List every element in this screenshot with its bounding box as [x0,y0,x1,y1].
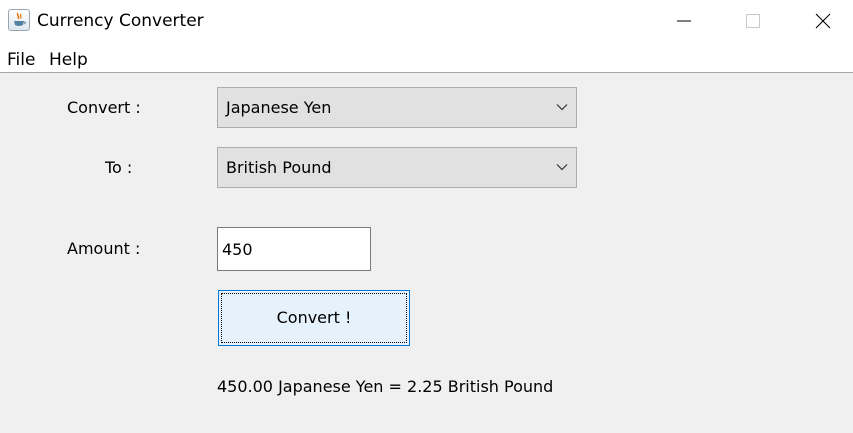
amount-input[interactable] [217,227,371,271]
chevron-down-icon [556,104,568,111]
amount-label: Amount : [67,239,141,258]
window-title: Currency Converter [37,11,204,31]
conversion-result: 450.00 Japanese Yen = 2.25 British Pound [217,377,554,396]
menu-help[interactable]: Help [49,50,88,70]
title-bar: Currency Converter [0,0,853,42]
close-icon [815,13,831,29]
from-currency-select[interactable]: Japanese Yen [217,87,577,128]
menu-bar: File Help [0,42,853,73]
convert-button[interactable]: Convert ! [218,290,410,346]
to-currency-value: British Pound [226,158,332,177]
convert-label: Convert : [67,98,141,117]
from-currency-value: Japanese Yen [226,98,332,117]
maximize-icon [746,14,760,28]
convert-button-label: Convert ! [276,308,352,327]
maximize-button[interactable] [730,0,776,42]
chevron-down-icon [556,164,568,171]
java-cup-icon [8,9,30,31]
to-currency-select[interactable]: British Pound [217,147,577,188]
menu-file[interactable]: File [7,50,35,70]
minimize-button[interactable] [661,0,707,42]
to-label: To : [105,158,133,177]
minimize-icon [677,20,691,22]
close-button[interactable] [800,0,846,42]
